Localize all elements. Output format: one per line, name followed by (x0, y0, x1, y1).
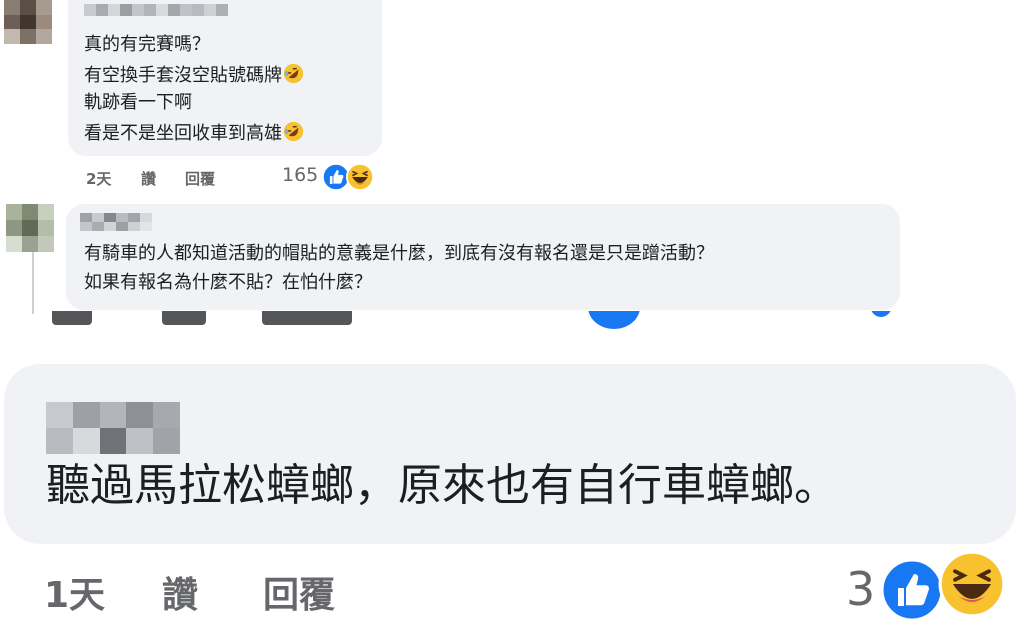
reaction-count[interactable]: 3 (846, 562, 875, 616)
comment-timestamp[interactable]: 2天 (86, 168, 111, 189)
comment-timestamp[interactable]: 1天 (44, 566, 105, 618)
comment-bubble (4, 364, 1016, 544)
comment-text-line: 看是不是坐回收車到高雄 (84, 121, 304, 145)
like-button[interactable]: 讚 (162, 566, 198, 618)
comment-text-line: 如果有報名為什麼不貼？在怕什麼？ (84, 272, 372, 293)
reply-button[interactable]: 回覆 (263, 566, 335, 618)
comment-text-line: 真的有完賽嗎？ (84, 34, 210, 55)
reaction-count[interactable]: 165 (282, 164, 318, 186)
rolling-laughing-emoji-icon (283, 63, 304, 84)
avatar[interactable] (6, 204, 54, 252)
like-button[interactable]: 讚 (141, 168, 156, 189)
comment-text-line: 聽過馬拉松蟑螂，原來也有自行車蟑螂。 (46, 460, 838, 511)
rolling-laughing-emoji-icon (283, 121, 304, 142)
truncated-comment-actions (0, 311, 1024, 333)
commenter-name-blurred[interactable] (84, 4, 228, 16)
haha-icon[interactable] (938, 550, 1006, 618)
comment-text-line: 有空換手套沒空貼號碼牌 (84, 63, 304, 87)
comment-text-line: 軌跡看一下啊 (84, 92, 192, 113)
reply-button[interactable]: 回覆 (185, 168, 215, 189)
haha-icon[interactable] (346, 163, 374, 191)
like-icon[interactable] (880, 558, 944, 622)
commenter-name-blurred[interactable] (80, 213, 152, 231)
avatar[interactable] (4, 0, 52, 44)
comment-text-line: 有騎車的人都知道活動的帽貼的意義是什麼，到底有沒有報名還是只是蹭活動？ (84, 243, 714, 264)
commenter-name-blurred[interactable] (46, 402, 180, 454)
thread-line (32, 252, 34, 314)
